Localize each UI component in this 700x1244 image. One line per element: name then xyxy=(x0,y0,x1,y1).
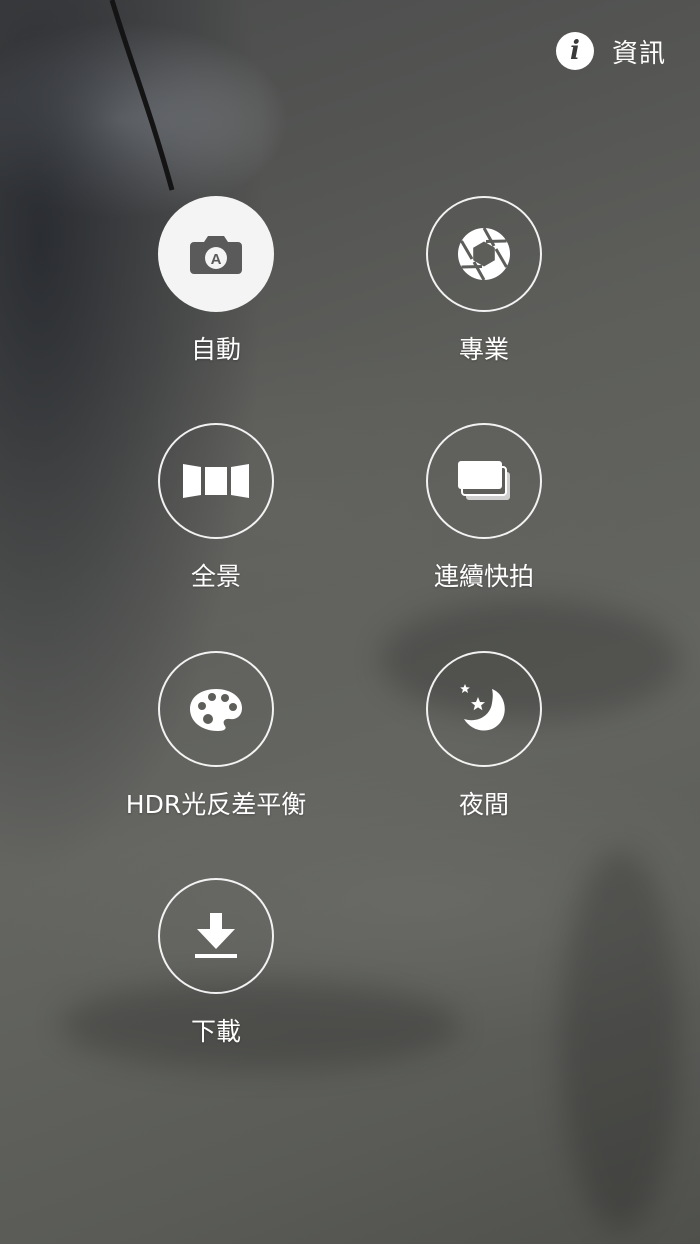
mode-download-button[interactable] xyxy=(158,878,274,994)
mode-pro-label: 專業 xyxy=(458,335,509,364)
mode-night-button[interactable] xyxy=(426,651,542,767)
palette-icon xyxy=(190,689,242,731)
camera-auto-icon: A xyxy=(190,236,242,274)
download-icon xyxy=(195,913,237,958)
moon-stars-icon xyxy=(460,684,505,731)
mode-night[interactable]: 夜間 xyxy=(374,651,594,821)
camera-mode-screen: i 資訊 A 自動 專業 全景 連續快拍 HDR光反差平衡 夜間 下載 xyxy=(0,0,700,1244)
info-label: 資訊 xyxy=(611,38,666,69)
mode-panorama-button[interactable] xyxy=(158,423,274,539)
fabric-shadow xyxy=(560,850,680,1230)
info-button[interactable]: i 資訊 xyxy=(555,32,666,70)
mode-night-label: 夜間 xyxy=(458,790,509,819)
mode-download[interactable]: 下載 xyxy=(106,878,326,1048)
aperture-icon xyxy=(458,227,510,281)
mode-download-label: 下載 xyxy=(190,1017,241,1046)
mode-burst-button[interactable] xyxy=(426,423,542,539)
mode-pro[interactable]: 專業 xyxy=(374,196,594,366)
mode-panorama[interactable]: 全景 xyxy=(106,423,326,593)
mode-burst[interactable]: 連續快拍 xyxy=(374,423,594,593)
burst-stack-icon xyxy=(458,461,510,500)
mode-pro-button[interactable] xyxy=(426,196,542,312)
mode-auto-button[interactable]: A xyxy=(158,196,274,312)
mode-panorama-label: 全景 xyxy=(190,562,241,591)
mode-burst-label: 連續快拍 xyxy=(433,562,534,591)
svg-text:A: A xyxy=(211,251,222,268)
info-icon: i xyxy=(555,32,594,70)
mode-auto[interactable]: A 自動 xyxy=(106,196,326,366)
mode-hdr-button[interactable] xyxy=(158,651,274,767)
panorama-icon xyxy=(183,464,249,498)
mode-auto-label: 自動 xyxy=(190,335,241,364)
mode-hdr[interactable]: HDR光反差平衡 xyxy=(106,651,326,821)
mode-hdr-label: HDR光反差平衡 xyxy=(125,790,307,819)
